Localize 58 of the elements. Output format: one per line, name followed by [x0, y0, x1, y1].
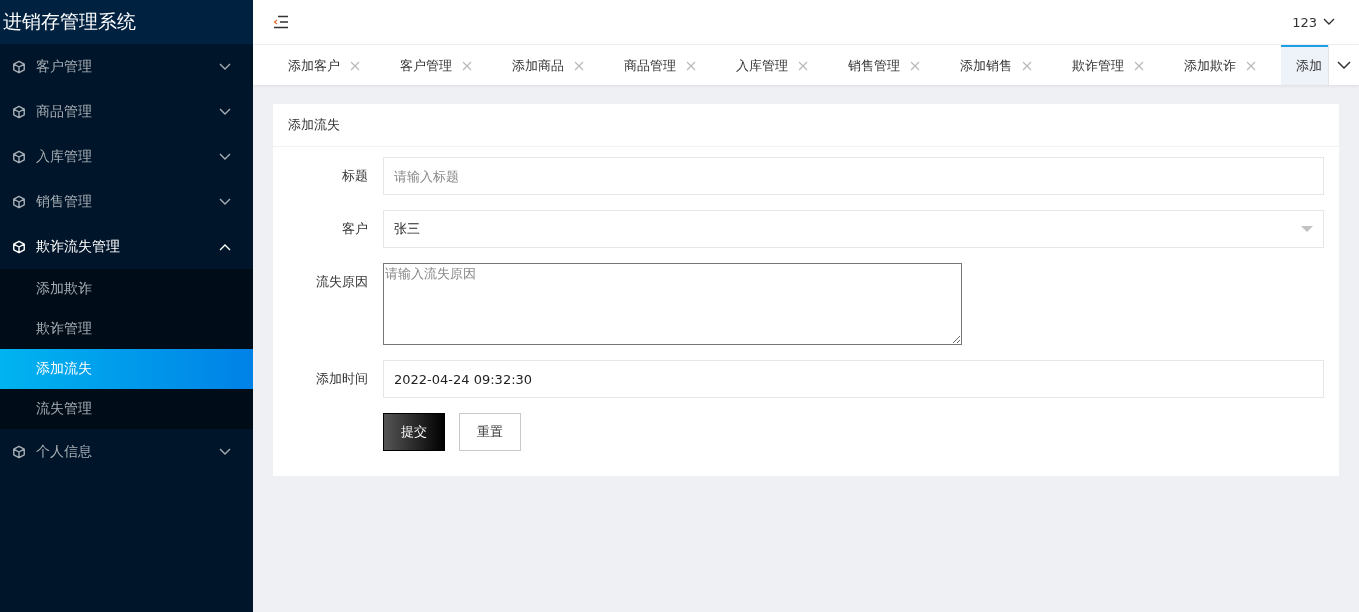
text-field[interactable]: 2022-04-24 09:32:30: [383, 360, 1324, 398]
menu-group[interactable]: 入库管理: [0, 134, 253, 179]
close-icon[interactable]: [1246, 61, 1256, 71]
chevron-down-icon: [1337, 61, 1351, 69]
menu-collapse-icon[interactable]: [273, 15, 289, 29]
menu-group[interactable]: 客户管理: [0, 44, 253, 89]
field-label: 客户: [341, 220, 369, 238]
close-icon[interactable]: [1022, 61, 1032, 71]
close-icon[interactable]: [1134, 61, 1144, 71]
cube-icon: [12, 149, 26, 164]
tab[interactable]: 客户管理: [385, 45, 497, 85]
chevron-up-icon: [219, 242, 231, 251]
text-field[interactable]: 请输入标题: [383, 157, 1324, 195]
field-label: 标题: [341, 167, 369, 185]
menu-group[interactable]: 欺诈流失管理: [0, 224, 253, 269]
tab[interactable]: 添加欺诈: [1169, 45, 1281, 85]
textarea-field[interactable]: 请输入流失原因: [383, 263, 962, 345]
close-icon[interactable]: [462, 61, 472, 71]
cube-icon: [12, 239, 26, 254]
submit-button[interactable]: 提交: [383, 413, 445, 451]
chevron-down-icon: [219, 62, 231, 71]
menu-group[interactable]: 销售管理: [0, 179, 253, 224]
menu-item[interactable]: 添加欺诈: [0, 269, 253, 309]
dropdown-triangle-icon: [1301, 226, 1313, 232]
menu-group[interactable]: 个人信息: [0, 429, 253, 474]
tab[interactable]: 商品管理: [609, 45, 721, 85]
close-icon[interactable]: [350, 61, 360, 71]
close-icon[interactable]: [574, 61, 584, 71]
chevron-down-icon: [219, 107, 231, 116]
field-label: 添加时间: [315, 370, 369, 388]
tab[interactable]: 添加客户: [273, 45, 385, 85]
cube-icon: [12, 444, 26, 459]
field-label: 流失原因: [315, 273, 369, 291]
select-field[interactable]: 张三: [383, 210, 1324, 248]
tab[interactable]: 欺诈管理: [1057, 45, 1169, 85]
tab[interactable]: 销售管理: [833, 45, 945, 85]
chevron-down-icon: [219, 197, 231, 206]
menu-item[interactable]: 流失管理: [0, 389, 253, 429]
menu-group[interactable]: 商品管理: [0, 89, 253, 134]
chevron-down-icon: [219, 447, 231, 456]
chevron-down-icon: [1323, 18, 1335, 26]
tab[interactable]: 添加销售: [945, 45, 1057, 85]
tab[interactable]: 添加: [1281, 45, 1328, 85]
cube-icon: [12, 104, 26, 119]
card-title: 添加流失: [288, 116, 340, 134]
reset-button[interactable]: 重置: [459, 413, 521, 451]
tab[interactable]: 添加商品: [497, 45, 609, 85]
chevron-down-icon: [219, 152, 231, 161]
close-icon[interactable]: [686, 61, 696, 71]
cube-icon: [12, 194, 26, 209]
close-icon[interactable]: [798, 61, 808, 71]
tab[interactable]: 入库管理: [721, 45, 833, 85]
tabs-dropdown-button[interactable]: [1328, 45, 1359, 85]
menu-item[interactable]: 欺诈管理: [0, 309, 253, 349]
cube-icon: [12, 59, 26, 74]
close-icon[interactable]: [910, 61, 920, 71]
app-title: 进销存管理系统: [3, 9, 136, 34]
user-name[interactable]: 123: [1292, 14, 1317, 30]
